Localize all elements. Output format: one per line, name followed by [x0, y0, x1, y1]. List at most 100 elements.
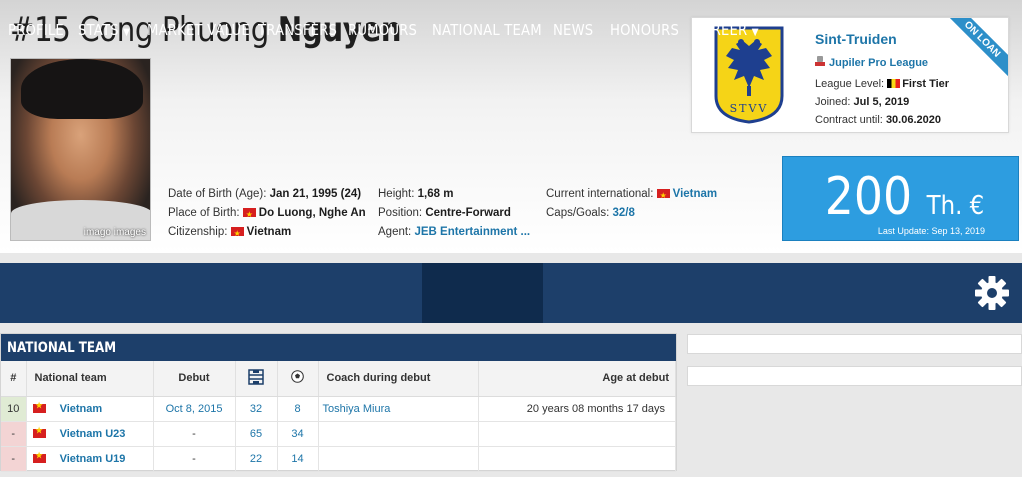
club-name-link[interactable]: Sint-Truiden	[815, 31, 897, 47]
caps-goals-label: Caps/Goals:	[546, 207, 610, 219]
league-icon	[815, 56, 825, 66]
caps-goals-link[interactable]: 32/8	[612, 207, 634, 219]
league-row: Jupiler Pro League	[815, 56, 928, 69]
market-value-last-update: Last Update: Sep 13, 2019	[877, 226, 985, 236]
sidebar-widget	[687, 334, 1022, 354]
row-team: Vietnam	[26, 396, 154, 422]
goals-link[interactable]: 34	[291, 428, 303, 440]
col-appearances[interactable]	[235, 361, 278, 397]
national-team-box: NATIONAL TEAM # National team Debut Coac…	[0, 333, 677, 472]
nav-career[interactable]: CAREER ▼	[693, 0, 759, 60]
row-apps: 22	[235, 446, 278, 472]
vietnam-flag-icon	[32, 451, 46, 463]
joined-value: Jul 5, 2019	[853, 96, 910, 108]
national-team-title: NATIONAL TEAM	[1, 334, 676, 361]
ball-icon	[291, 370, 304, 384]
market-value-currency: Th. €	[926, 191, 984, 221]
citizenship-value: Vietnam	[246, 226, 292, 238]
col-coach[interactable]: Coach during debut	[318, 361, 479, 397]
nav-active-highlight	[422, 263, 543, 323]
joined-label: Joined:	[815, 96, 851, 108]
pob-label: Place of Birth:	[168, 207, 240, 219]
row-team: Vietnam U23	[26, 421, 154, 447]
chevron-down-icon: ▼	[751, 27, 759, 38]
vietnam-flag-icon	[32, 426, 46, 438]
row-goals: 14	[277, 446, 319, 472]
market-value: 200 Th. €	[825, 167, 984, 227]
col-age-at-debut[interactable]: Age at debut	[478, 361, 676, 397]
contract-value: 30.06.2020	[885, 114, 941, 126]
nav-honours[interactable]: HONOURS	[610, 0, 679, 60]
goals-link[interactable]: 8	[294, 403, 300, 415]
pob-value: Do Luong, Nghe An	[258, 207, 366, 219]
appearances-icon	[248, 369, 264, 385]
col-goals[interactable]	[277, 361, 319, 397]
team-link[interactable]: Vietnam U23	[60, 428, 126, 440]
on-loan-ribbon: ON LOAN	[934, 18, 1008, 88]
league-link[interactable]: Jupiler Pro League	[829, 57, 928, 69]
vietnam-flag-icon	[230, 224, 244, 243]
market-value-amount: 200	[824, 167, 912, 227]
nav-career-label: CAREER	[693, 21, 748, 39]
player-info-col-3: Current international: Vietnam Caps/Goal…	[546, 185, 717, 223]
agent-link[interactable]: JEB Entertainment ...	[414, 226, 530, 238]
col-number: #	[1, 361, 27, 397]
nav-stats-label: STATS	[78, 21, 119, 39]
contract-row: Contract until: 30.06.2020	[815, 114, 941, 126]
player-info-col-1: Date of Birth (Age): Jan 21, 1995 (24) P…	[168, 185, 366, 243]
nav-news[interactable]: NEWS	[553, 0, 593, 60]
gear-icon[interactable]	[972, 273, 1012, 313]
contract-label: Contract until:	[815, 114, 883, 126]
dob-label: Date of Birth (Age):	[168, 188, 267, 200]
belgium-flag-icon	[887, 79, 901, 88]
nav-rumours[interactable]: RUMOURS	[348, 0, 417, 60]
row-debut: -	[153, 421, 236, 447]
photo-hair	[21, 59, 143, 119]
goals-link[interactable]: 14	[291, 453, 303, 465]
apps-link[interactable]: 65	[250, 428, 262, 440]
nav-national-team[interactable]: NATIONAL TEAM	[432, 0, 542, 60]
chevron-down-icon: ▼	[123, 27, 131, 38]
league-level-row: League Level: First Tier	[815, 78, 949, 90]
nav-profile[interactable]: PROFILE	[8, 0, 64, 60]
position-value: Centre-Forward	[425, 207, 511, 219]
nav-market-value[interactable]: MARKET VALUE	[147, 0, 250, 60]
row-debut: -	[153, 446, 236, 472]
market-value-box[interactable]: 200 Th. € Last Update: Sep 13, 2019	[782, 156, 1019, 241]
col-national-team[interactable]: National team	[26, 361, 154, 397]
row-apps: 65	[235, 421, 278, 447]
league-level-label: League Level:	[815, 78, 885, 90]
apps-link[interactable]: 22	[250, 453, 262, 465]
team-link[interactable]: Vietnam	[60, 403, 103, 415]
row-goals: 34	[277, 421, 319, 447]
row-number: 10	[1, 396, 27, 422]
vietnam-flag-icon	[32, 401, 46, 413]
debut-link[interactable]: Oct 8, 2015	[166, 403, 223, 415]
player-photo[interactable]: imago images	[10, 58, 151, 241]
table-row: - Vietnam U19 - 22 14	[1, 446, 676, 472]
vietnam-flag-icon	[242, 205, 256, 224]
row-age: 20 years 08 months 17 days	[478, 396, 676, 422]
row-number: -	[1, 446, 27, 472]
national-team-title-text: NATIONAL TEAM	[7, 340, 117, 356]
league-level-value: First Tier	[902, 78, 950, 90]
current-international-link[interactable]: Vietnam	[673, 188, 718, 200]
row-coach	[318, 421, 479, 447]
row-age	[478, 421, 676, 447]
dob-value: Jan 21, 1995 (24)	[269, 188, 362, 200]
vietnam-flag-icon	[656, 186, 670, 205]
table-row: - Vietnam U23 - 65 34	[1, 421, 676, 447]
row-debut: Oct 8, 2015	[153, 396, 236, 422]
nav-stats[interactable]: STATS ▼	[78, 0, 130, 60]
apps-link[interactable]: 32	[250, 403, 262, 415]
col-debut[interactable]: Debut	[153, 361, 236, 397]
sidebar-widget	[687, 366, 1022, 386]
joined-row: Joined: Jul 5, 2019	[815, 96, 909, 108]
nav-transfers[interactable]: TRANSFERS	[258, 0, 337, 60]
coach-link[interactable]: Toshiya Miura	[323, 403, 391, 415]
national-team-table: # National team Debut Coach during debut…	[1, 361, 676, 472]
agent-label: Agent:	[378, 226, 412, 238]
team-link[interactable]: Vietnam U19	[60, 453, 126, 465]
photo-credit: imago images	[83, 227, 146, 238]
row-age	[478, 446, 676, 472]
